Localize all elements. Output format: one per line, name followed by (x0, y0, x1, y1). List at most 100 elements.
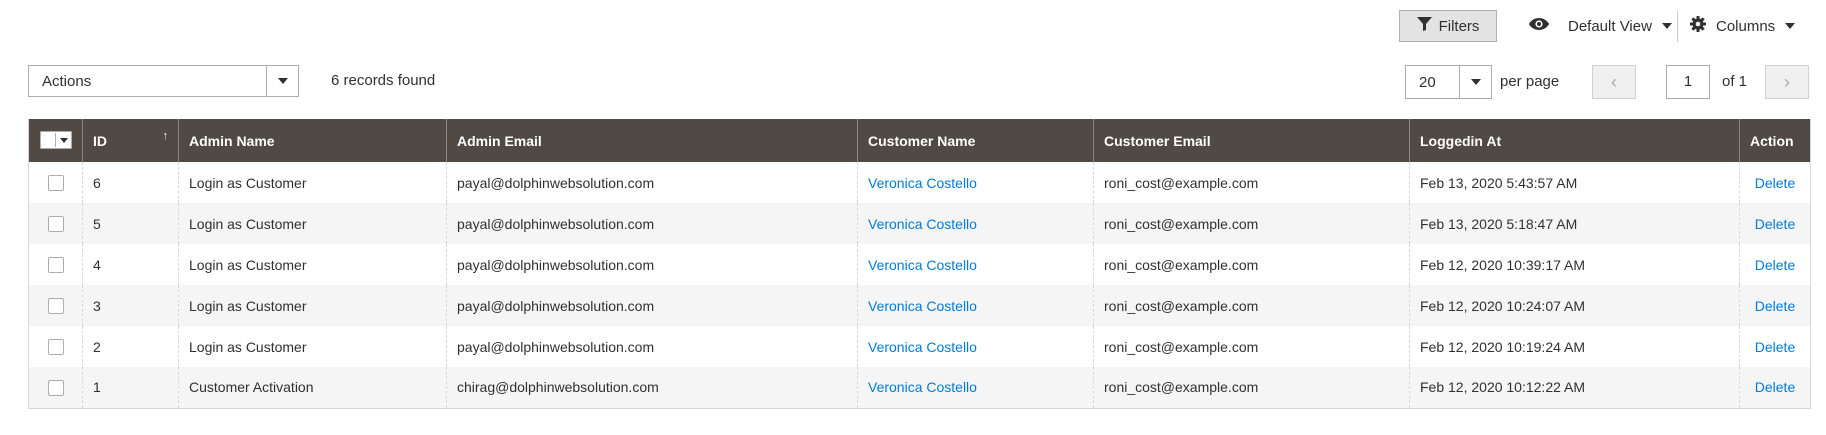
login-log-grid: ID ↑ Admin Name Admin Email Customer Nam… (28, 119, 1811, 409)
chevron-left-icon: ‹ (1611, 71, 1617, 92)
column-header-id[interactable]: ID ↑ (82, 119, 179, 162)
delete-link[interactable]: Delete (1755, 175, 1795, 191)
cell-action: Delete (1739, 285, 1811, 326)
customer-name-link[interactable]: Veronica Costello (868, 298, 977, 314)
cell-id: 2 (82, 326, 179, 367)
column-header-action: Action (1739, 119, 1811, 162)
column-header-customer-email[interactable]: Customer Email (1093, 119, 1410, 162)
row-checkbox[interactable] (47, 216, 64, 233)
records-found-count: 6 records found (331, 72, 436, 89)
cell-customer-name: Veronica Costello (857, 285, 1094, 326)
sort-ascending-icon: ↑ (162, 130, 169, 142)
row-select-cell (28, 203, 83, 244)
delete-link[interactable]: Delete (1755, 339, 1795, 355)
cell-action: Delete (1739, 203, 1811, 244)
cell-admin-name: Login as Customer (178, 285, 447, 326)
cell-admin-name: Login as Customer (178, 244, 447, 285)
cell-id: 1 (82, 367, 179, 409)
next-page-button[interactable]: › (1765, 65, 1809, 99)
cell-admin-name: Login as Customer (178, 326, 447, 367)
cell-customer-email: roni_cost@example.com (1093, 367, 1410, 409)
cell-action: Delete (1739, 244, 1811, 285)
customer-name-link[interactable]: Veronica Costello (868, 379, 977, 395)
table-row: 1 Customer Activation chirag@dolphinwebs… (28, 367, 1811, 409)
eye-icon (1528, 17, 1550, 35)
cell-action: Delete (1739, 367, 1811, 409)
mass-actions-select[interactable]: Actions (28, 65, 299, 97)
cell-customer-email: roni_cost@example.com (1093, 244, 1410, 285)
cell-customer-email: roni_cost@example.com (1093, 285, 1410, 326)
chevron-right-icon: › (1784, 71, 1790, 92)
cell-id: 4 (82, 244, 179, 285)
cell-customer-name: Veronica Costello (857, 162, 1094, 203)
cell-admin-name: Customer Activation (178, 367, 447, 409)
total-pages-label: of 1 (1722, 73, 1748, 90)
columns-label: Columns (1716, 17, 1776, 35)
column-header-admin-email[interactable]: Admin Email (446, 119, 858, 162)
cell-loggedin-at: Feb 12, 2020 10:19:24 AM (1409, 326, 1740, 367)
table-row: 3 Login as Customer payal@dolphinwebsolu… (28, 285, 1811, 326)
filters-label: Filters (1438, 17, 1480, 35)
row-select-cell (28, 285, 83, 326)
table-row: 4 Login as Customer payal@dolphinwebsolu… (29, 244, 1811, 285)
row-checkbox[interactable] (47, 298, 64, 315)
table-row: 2 Login as Customer payal@dolphinwebsolu… (29, 326, 1811, 367)
chevron-down-icon[interactable] (266, 66, 298, 96)
cell-customer-name: Veronica Costello (857, 244, 1094, 285)
filter-icon (1416, 17, 1432, 35)
grid-top-toolbar: Filters Default View Columns (0, 10, 1826, 44)
customer-name-link[interactable]: Veronica Costello (868, 339, 977, 355)
cell-customer-email: roni_cost@example.com (1093, 162, 1410, 203)
default-view-dropdown[interactable]: Default View (1528, 10, 1672, 42)
row-checkbox[interactable] (47, 175, 64, 192)
filters-button[interactable]: Filters (1399, 10, 1497, 42)
previous-page-button[interactable]: ‹ (1592, 65, 1636, 99)
table-row: 6 Login as Customer payal@dolphinwebsolu… (29, 162, 1811, 203)
delete-link[interactable]: Delete (1755, 216, 1795, 232)
delete-link[interactable]: Delete (1755, 379, 1795, 395)
cell-loggedin-at: Feb 12, 2020 10:12:22 AM (1409, 367, 1740, 409)
mass-actions-value: Actions (42, 72, 92, 90)
grid-header-row: ID ↑ Admin Name Admin Email Customer Nam… (28, 119, 1811, 162)
row-checkbox[interactable] (47, 257, 64, 274)
cell-id: 6 (82, 162, 179, 203)
cell-customer-email: roni_cost@example.com (1093, 203, 1410, 244)
customer-name-link[interactable]: Veronica Costello (868, 257, 977, 273)
cell-loggedin-at: Feb 13, 2020 5:18:47 AM (1409, 203, 1740, 244)
columns-dropdown[interactable]: Columns (1690, 10, 1796, 42)
column-header-admin-name[interactable]: Admin Name (178, 119, 447, 162)
per-page-select[interactable]: 20 (1405, 65, 1492, 99)
chevron-down-icon[interactable] (1459, 66, 1491, 98)
row-checkbox[interactable] (47, 339, 64, 356)
cell-admin-name: Login as Customer (178, 203, 447, 244)
row-checkbox[interactable] (47, 379, 64, 396)
mass-select-checkbox[interactable] (40, 131, 72, 149)
per-page-label: per page (1500, 73, 1560, 90)
customer-name-link[interactable]: Veronica Costello (868, 175, 977, 191)
column-header-customer-name[interactable]: Customer Name (857, 119, 1094, 162)
chevron-down-icon (1661, 23, 1672, 29)
table-row: 5 Login as Customer payal@dolphinwebsolu… (28, 203, 1811, 244)
cell-admin-email: chirag@dolphinwebsolution.com (446, 367, 858, 409)
customer-name-link[interactable]: Veronica Costello (868, 216, 977, 232)
current-page-input[interactable]: 1 (1666, 65, 1710, 99)
toolbar-divider (1677, 11, 1678, 42)
cell-admin-email: payal@dolphinwebsolution.com (446, 203, 858, 244)
cell-admin-email: payal@dolphinwebsolution.com (446, 285, 858, 326)
cell-customer-email: roni_cost@example.com (1093, 326, 1410, 367)
row-select-cell (28, 367, 83, 409)
cell-customer-name: Veronica Costello (857, 326, 1094, 367)
cell-id: 5 (82, 203, 179, 244)
cell-id: 3 (82, 285, 179, 326)
cell-action: Delete (1739, 326, 1811, 367)
column-header-loggedin-at[interactable]: Loggedin At (1409, 119, 1740, 162)
delete-link[interactable]: Delete (1755, 257, 1795, 273)
chevron-down-icon (56, 137, 71, 143)
cell-admin-name: Login as Customer (178, 162, 447, 203)
cell-customer-name: Veronica Costello (857, 367, 1094, 409)
cell-loggedin-at: Feb 13, 2020 5:43:57 AM (1409, 162, 1740, 203)
delete-link[interactable]: Delete (1755, 298, 1795, 314)
mass-select-header[interactable] (28, 119, 83, 162)
row-select-cell (29, 326, 83, 367)
chevron-down-icon (1785, 23, 1796, 29)
